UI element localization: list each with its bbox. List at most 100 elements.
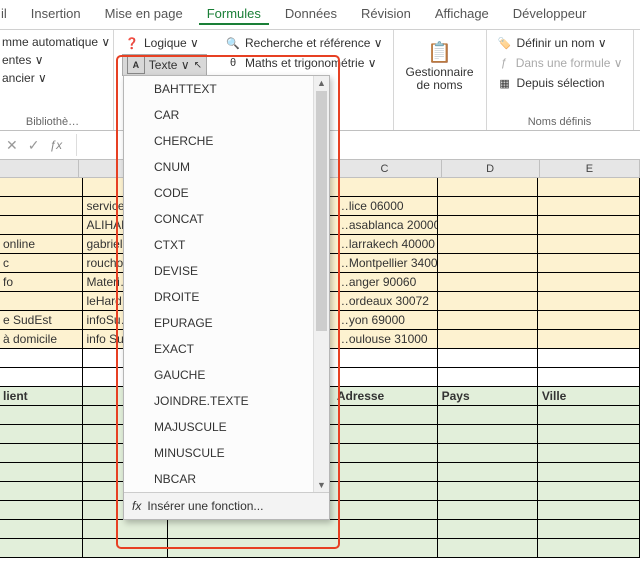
dropdown-item-droite[interactable]: DROITE [124, 284, 329, 310]
cell[interactable] [0, 501, 83, 520]
logic-button[interactable]: ❓ Logique ∨ [122, 34, 207, 52]
cell[interactable] [538, 273, 640, 292]
dropdown-item-ctxt[interactable]: CTXT [124, 232, 329, 258]
col-header-d[interactable]: D [442, 160, 540, 178]
scroll-down-icon[interactable]: ▼ [314, 478, 329, 492]
dropdown-item-nbcar[interactable]: NBCAR [124, 466, 329, 492]
cell[interactable] [0, 216, 83, 235]
lookup-button[interactable]: 🔍 Recherche et référence ∨ [223, 34, 385, 52]
cell[interactable] [0, 482, 83, 501]
dropdown-item-joindre-texte[interactable]: JOINDRE.TEXTE [124, 388, 329, 414]
financial-button[interactable]: ancier ∨ [0, 70, 105, 86]
dropdown-item-bahttext[interactable]: BAHTTEXT [124, 76, 329, 102]
math-button[interactable]: θ Maths et trigonométrie ∨ [223, 54, 385, 72]
from-selection-button[interactable]: ▦ Depuis sélection [495, 74, 625, 92]
cell[interactable] [438, 216, 538, 235]
cell[interactable] [438, 311, 538, 330]
cell[interactable] [438, 482, 538, 501]
cell[interactable] [438, 273, 538, 292]
cell[interactable] [0, 463, 83, 482]
tab-developpeur[interactable]: Développeur [505, 4, 595, 25]
cell[interactable] [538, 235, 640, 254]
cell[interactable]: à domicile [0, 330, 83, 349]
cell[interactable] [538, 482, 640, 501]
cell[interactable] [538, 254, 640, 273]
cell[interactable] [168, 539, 438, 558]
cell[interactable] [0, 197, 83, 216]
cell[interactable] [538, 330, 640, 349]
cell[interactable] [538, 539, 640, 558]
dropdown-item-minuscule[interactable]: MINUSCULE [124, 440, 329, 466]
cell[interactable] [438, 235, 538, 254]
cell[interactable] [538, 425, 640, 444]
cell[interactable] [438, 406, 538, 425]
cell[interactable] [538, 311, 640, 330]
cell[interactable] [0, 539, 83, 558]
cell[interactable]: c [0, 254, 83, 273]
dropdown-item-cnum[interactable]: CNUM [124, 154, 329, 180]
cell[interactable] [438, 254, 538, 273]
insert-function-link[interactable]: fx Insérer une fonction... [124, 492, 329, 519]
cell[interactable]: online [0, 235, 83, 254]
cell[interactable] [538, 292, 640, 311]
dropdown-item-concat[interactable]: CONCAT [124, 206, 329, 232]
scroll-up-icon[interactable]: ▲ [314, 76, 329, 90]
recent-functions-button[interactable]: entes ∨ [0, 52, 105, 68]
tab-mise-en-page[interactable]: Mise en page [97, 4, 191, 25]
tab-accueil[interactable]: …il [0, 4, 15, 25]
tab-revision[interactable]: Révision [353, 4, 419, 25]
cell[interactable] [438, 501, 538, 520]
cell[interactable] [0, 425, 83, 444]
tab-affichage[interactable]: Affichage [427, 4, 497, 25]
autosum-button[interactable]: mme automatique ∨ [0, 34, 105, 50]
dropdown-item-exact[interactable]: EXACT [124, 336, 329, 362]
cell[interactable] [438, 444, 538, 463]
dropdown-item-devise[interactable]: DEVISE [124, 258, 329, 284]
cell[interactable] [538, 406, 640, 425]
col-header-e[interactable]: E [540, 160, 640, 178]
cell[interactable] [538, 197, 640, 216]
cell[interactable]: e SudEst [0, 311, 83, 330]
cell[interactable] [438, 368, 538, 387]
cell[interactable] [538, 349, 640, 368]
cell[interactable] [438, 178, 538, 197]
dropdown-item-gauche[interactable]: GAUCHE [124, 362, 329, 388]
cell[interactable]: Pays [438, 387, 538, 406]
cell[interactable] [438, 330, 538, 349]
cell[interactable] [83, 520, 168, 539]
cell[interactable] [438, 292, 538, 311]
dropdown-item-code[interactable]: CODE [124, 180, 329, 206]
cell[interactable] [438, 197, 538, 216]
cell[interactable] [438, 425, 538, 444]
dropdown-item-cherche[interactable]: CHERCHE [124, 128, 329, 154]
cancel-formula-icon[interactable]: ✕ [6, 137, 18, 154]
cell[interactable] [0, 349, 83, 368]
cell[interactable]: lient [0, 387, 83, 406]
cell[interactable] [538, 520, 640, 539]
tab-donnees[interactable]: Données [277, 4, 345, 25]
cell[interactable] [83, 539, 168, 558]
cell[interactable]: Ville [538, 387, 640, 406]
dropdown-item-car[interactable]: CAR [124, 102, 329, 128]
dropdown-item-majuscule[interactable]: MAJUSCULE [124, 414, 329, 440]
scroll-thumb[interactable] [316, 91, 327, 331]
cell[interactable] [538, 368, 640, 387]
cell[interactable] [438, 463, 538, 482]
tab-insertion[interactable]: Insertion [23, 4, 89, 25]
cell[interactable] [0, 520, 83, 539]
dropdown-item-epurage[interactable]: EPURAGE [124, 310, 329, 336]
cell[interactable] [538, 178, 640, 197]
tab-formules[interactable]: Formules [199, 4, 269, 25]
cell[interactable] [0, 178, 83, 197]
cell[interactable] [0, 292, 83, 311]
cell[interactable]: fo [0, 273, 83, 292]
cell[interactable] [438, 349, 538, 368]
cell[interactable] [0, 368, 83, 387]
use-in-formula-button[interactable]: ƒ Dans une formule ∨ [495, 54, 625, 72]
cell[interactable] [0, 444, 83, 463]
cell[interactable] [538, 216, 640, 235]
cell[interactable] [438, 520, 538, 539]
fx-icon[interactable]: ƒx [49, 138, 62, 152]
cell[interactable] [538, 444, 640, 463]
define-name-button[interactable]: 🏷️ Définir un nom ∨ [495, 34, 625, 52]
